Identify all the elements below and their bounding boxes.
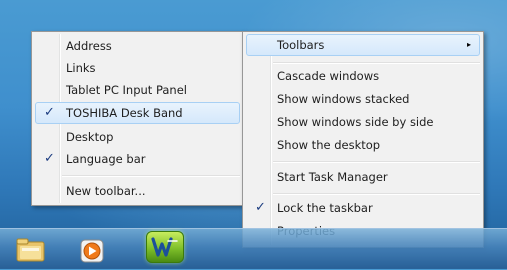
submenu-item-label: New toolbar...	[66, 184, 146, 198]
folder-icon[interactable]	[14, 233, 48, 267]
submenu-item-address[interactable]: Address	[35, 35, 240, 57]
submenu-item-label: Address	[66, 39, 112, 53]
submenu-item-label: Tablet PC Input Panel	[66, 83, 187, 97]
taskbar-context-menu: Toolbars ▸ Cascade windows Show windows …	[242, 31, 484, 248]
menu-separator	[273, 62, 480, 64]
checkmark-icon: ✓	[44, 105, 55, 120]
menu-item-label: Show windows stacked	[277, 92, 410, 106]
submenu-item-desktop[interactable]: Desktop	[35, 126, 240, 148]
submenu-item-links[interactable]: Links	[35, 57, 240, 79]
wizard-app-icon[interactable]	[146, 231, 184, 263]
menu-item-start-task-manager[interactable]: Start Task Manager	[246, 166, 480, 188]
menu-separator	[62, 175, 240, 177]
submenu-item-label: Language bar	[66, 152, 146, 166]
menu-separator	[273, 161, 480, 163]
submenu-item-language-bar[interactable]: ✓ Language bar	[35, 148, 240, 170]
submenu-item-new-toolbar[interactable]: New toolbar...	[35, 180, 240, 202]
submenu-item-tablet-pc-input-panel[interactable]: Tablet PC Input Panel	[35, 79, 240, 101]
submenu-item-label: Desktop	[66, 130, 114, 144]
menu-item-label: Show the desktop	[277, 138, 381, 152]
media-player-icon[interactable]	[76, 233, 110, 267]
submenu-arrow-icon: ▸	[466, 40, 471, 49]
submenu-item-label: Links	[66, 61, 96, 75]
menu-item-label: Show windows side by side	[277, 115, 434, 129]
menu-item-cascade-windows[interactable]: Cascade windows	[246, 65, 480, 87]
menu-separator	[273, 193, 480, 195]
submenu-item-label: TOSHIBA Desk Band	[66, 106, 183, 120]
checkmark-icon: ✓	[255, 200, 266, 215]
menu-item-label: Lock the taskbar	[277, 201, 373, 215]
menu-item-label: Toolbars	[277, 38, 325, 52]
toolbars-submenu: Address Links Tablet PC Input Panel ✓ TO…	[31, 31, 244, 206]
menu-item-toolbars[interactable]: Toolbars ▸	[246, 34, 480, 56]
menu-item-show-windows-stacked[interactable]: Show windows stacked	[246, 88, 480, 110]
menu-item-show-windows-side-by-side[interactable]: Show windows side by side	[246, 111, 480, 133]
checkmark-icon: ✓	[44, 151, 55, 166]
taskbar[interactable]	[0, 228, 507, 269]
menu-item-label: Cascade windows	[277, 69, 380, 83]
menu-item-label: Start Task Manager	[277, 170, 388, 184]
menu-item-show-the-desktop[interactable]: Show the desktop	[246, 134, 480, 156]
menu-item-lock-the-taskbar[interactable]: ✓ Lock the taskbar	[246, 197, 480, 219]
submenu-item-toshiba-desk-band[interactable]: ✓ TOSHIBA Desk Band	[35, 102, 240, 124]
